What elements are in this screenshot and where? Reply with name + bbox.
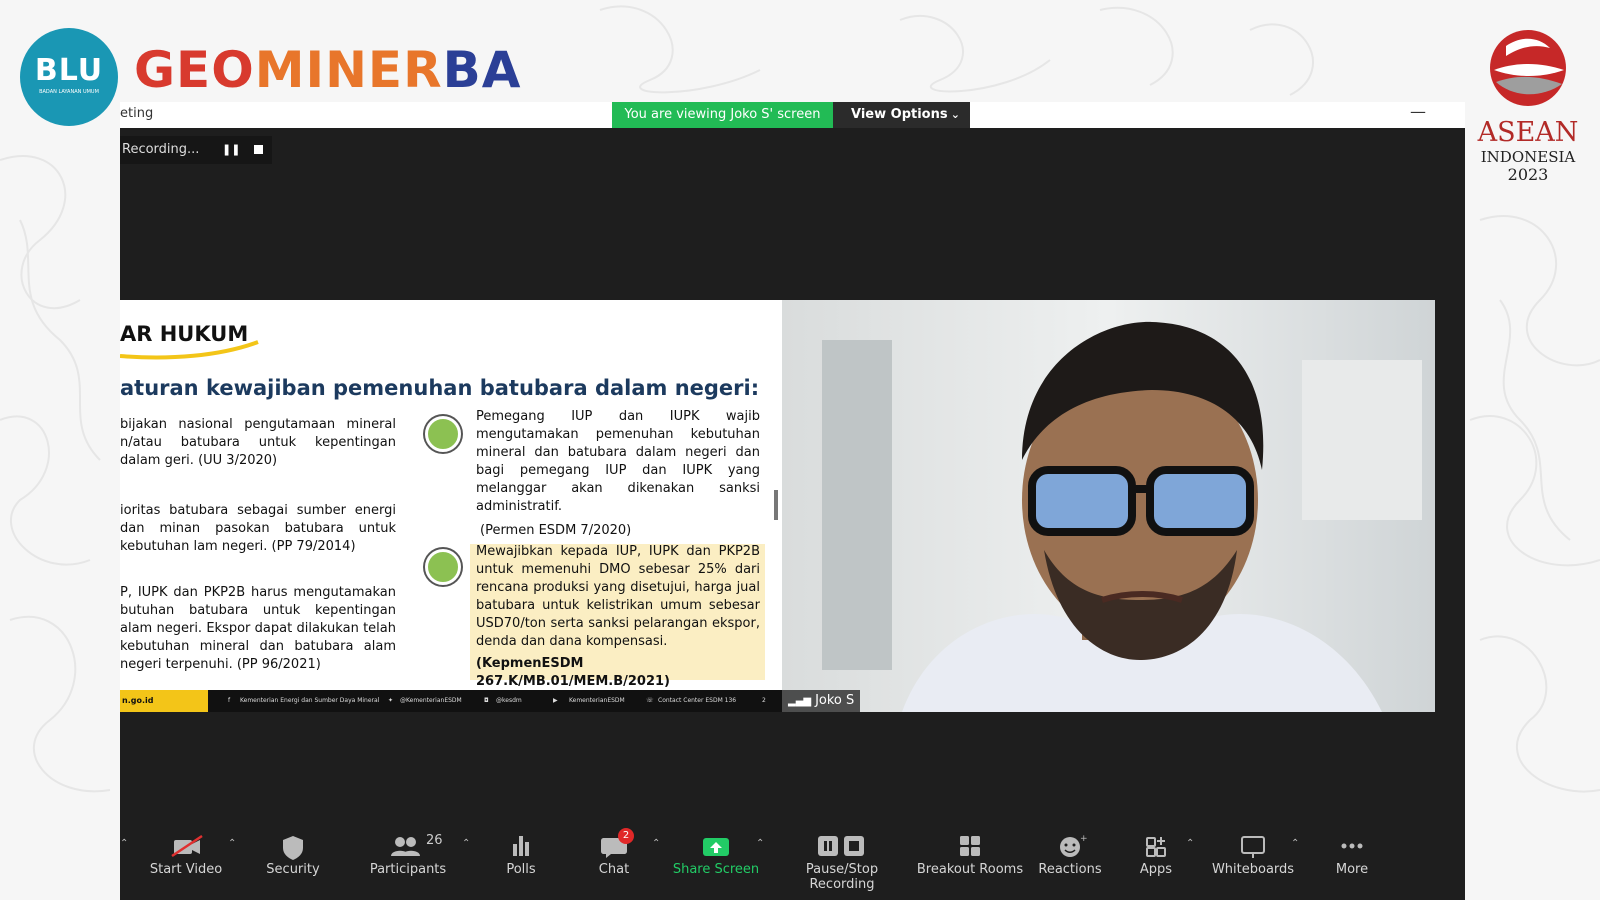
participants-icon	[391, 837, 420, 856]
blu-logo: BLU BADAN LAYANAN UMUM	[20, 28, 118, 126]
participant-name-badge: ▂▄▆ Joko S	[782, 690, 861, 712]
view-options-button[interactable]: View Options ⌄	[833, 102, 970, 128]
geo-logo-part2: MINER	[254, 41, 443, 99]
share-options-caret[interactable]: ⌃	[756, 838, 764, 849]
asean-year-label: 2023	[1507, 165, 1549, 184]
chat-unread-badge: 2	[618, 828, 634, 844]
minimize-button[interactable]: —	[1410, 102, 1426, 121]
right-item-1-text: Pemegang IUP dan IUPK wajib mengutamakan…	[476, 409, 760, 514]
pause-stop-recording-label: Pause/Stop Recording	[805, 862, 879, 892]
view-options-label: View Options	[851, 107, 948, 122]
start-video-label: Start Video	[149, 862, 223, 877]
asean-country-label: INDONESIA	[1480, 148, 1576, 166]
facebook-icon: f	[228, 697, 231, 704]
geominerba-logo: GEOMINERBA	[134, 40, 521, 100]
window-title: eting	[120, 106, 154, 121]
instagram-icon: ◘	[484, 697, 489, 704]
chevron-down-icon: ⌄	[950, 108, 960, 121]
left-item-1: bijakan nasional pengutamaan mineral n/a…	[120, 417, 396, 468]
blu-logo-text: BLU	[34, 53, 104, 88]
footer-youtube: KementerianESDM	[569, 697, 625, 704]
footer-facebook: Kementerian Energi dan Sumber Daya Miner…	[240, 697, 380, 704]
title-underline-swoosh	[120, 340, 259, 360]
meeting-toolbar: ⌃ ⌃ Start Video Security 26 ⌃ Participan	[120, 822, 1465, 900]
right-item-1: Pemegang IUP dan IUPK wajib mengutamakan…	[476, 408, 760, 540]
footer-instagram: @kesdm	[496, 697, 522, 704]
signal-strength-icon: ▂▄▆	[788, 696, 812, 707]
asean-emblem-icon	[1490, 30, 1566, 106]
pause-stop-recording-button[interactable]: Pause/Stop Recording	[772, 822, 912, 900]
footer-page-number: 2	[762, 697, 766, 704]
pause-recording-icon[interactable]: ❚❚	[222, 136, 240, 164]
geo-logo-part3: BA	[442, 41, 522, 99]
asean-label: ASEAN	[1477, 117, 1579, 148]
share-screen-button[interactable]: ⌃ Share Screen	[656, 822, 776, 900]
zoom-window: eting — You are viewing Joko S' screen V…	[120, 102, 1465, 900]
participants-label: Participants	[369, 862, 447, 877]
slide-heading: aturan kewajiban pemenuhan batubara dala…	[120, 376, 760, 400]
security-label: Security	[266, 862, 320, 877]
participants-button[interactable]: 26 ⌃ Participants	[348, 822, 471, 900]
blu-logo-subtext: BADAN LAYANAN UMUM	[39, 89, 99, 95]
video-feed	[782, 300, 1435, 712]
more-label: More	[1335, 862, 1369, 877]
shield-icon	[283, 836, 303, 860]
footer-twitter: @KementerianESDM	[400, 697, 462, 704]
participant-name: Joko S	[815, 693, 855, 708]
footer-website: n.go.id	[120, 690, 208, 712]
participant-video[interactable]	[782, 300, 1435, 712]
left-item-2: ioritas batubara sebagai sumber energi d…	[120, 503, 396, 554]
bullet-icon	[425, 549, 461, 585]
recording-bar: Recording... ❚❚	[120, 136, 272, 164]
bullet-icon	[425, 416, 461, 452]
security-button[interactable]: Security	[233, 822, 353, 900]
left-item-3: P, IUPK dan PKP2B harus mengutamakan but…	[120, 585, 396, 672]
right-item-2-text: Mewajibkan kepada IUP, IUPK dan PKP2B un…	[476, 544, 760, 649]
pause-stop-icon	[818, 836, 864, 856]
right-item-2: Mewajibkan kepada IUP, IUPK dan PKP2B un…	[476, 543, 760, 691]
slide-footer: n.go.id f Kementerian Energi dan Sumber …	[120, 690, 786, 712]
svg-text:+: +	[1080, 834, 1088, 844]
asean-logo: ASEAN INDONESIA 2023	[1468, 26, 1588, 184]
recording-status: Recording...	[122, 142, 200, 157]
share-screen-label: Share Screen	[672, 862, 760, 877]
participant-count: 26	[426, 833, 443, 848]
more-icon	[1341, 843, 1363, 849]
youtube-icon: ▶	[553, 697, 558, 704]
phone-icon: ☏	[646, 697, 654, 704]
viewing-banner: You are viewing Joko S' screen	[612, 102, 833, 128]
more-button[interactable]: More	[1292, 822, 1412, 900]
geo-logo-part1: GEO	[134, 41, 255, 99]
shared-slide: AR HUKUM aturan kewajiban pemenuhan batu…	[120, 300, 786, 712]
view-splitter-handle[interactable]	[774, 490, 778, 520]
footer-contact: Contact Center ESDM 136	[658, 697, 737, 704]
stop-recording-icon[interactable]	[254, 145, 263, 154]
right-item-2-ref: (KepmenESDM 267.K/MB.01/MEM.B/2021)	[476, 656, 670, 689]
start-video-button[interactable]: ⌃ Start Video	[126, 822, 246, 900]
right-item-1-ref: (Permen ESDM 7/2020)	[480, 523, 632, 538]
twitter-icon: ✦	[388, 697, 394, 704]
